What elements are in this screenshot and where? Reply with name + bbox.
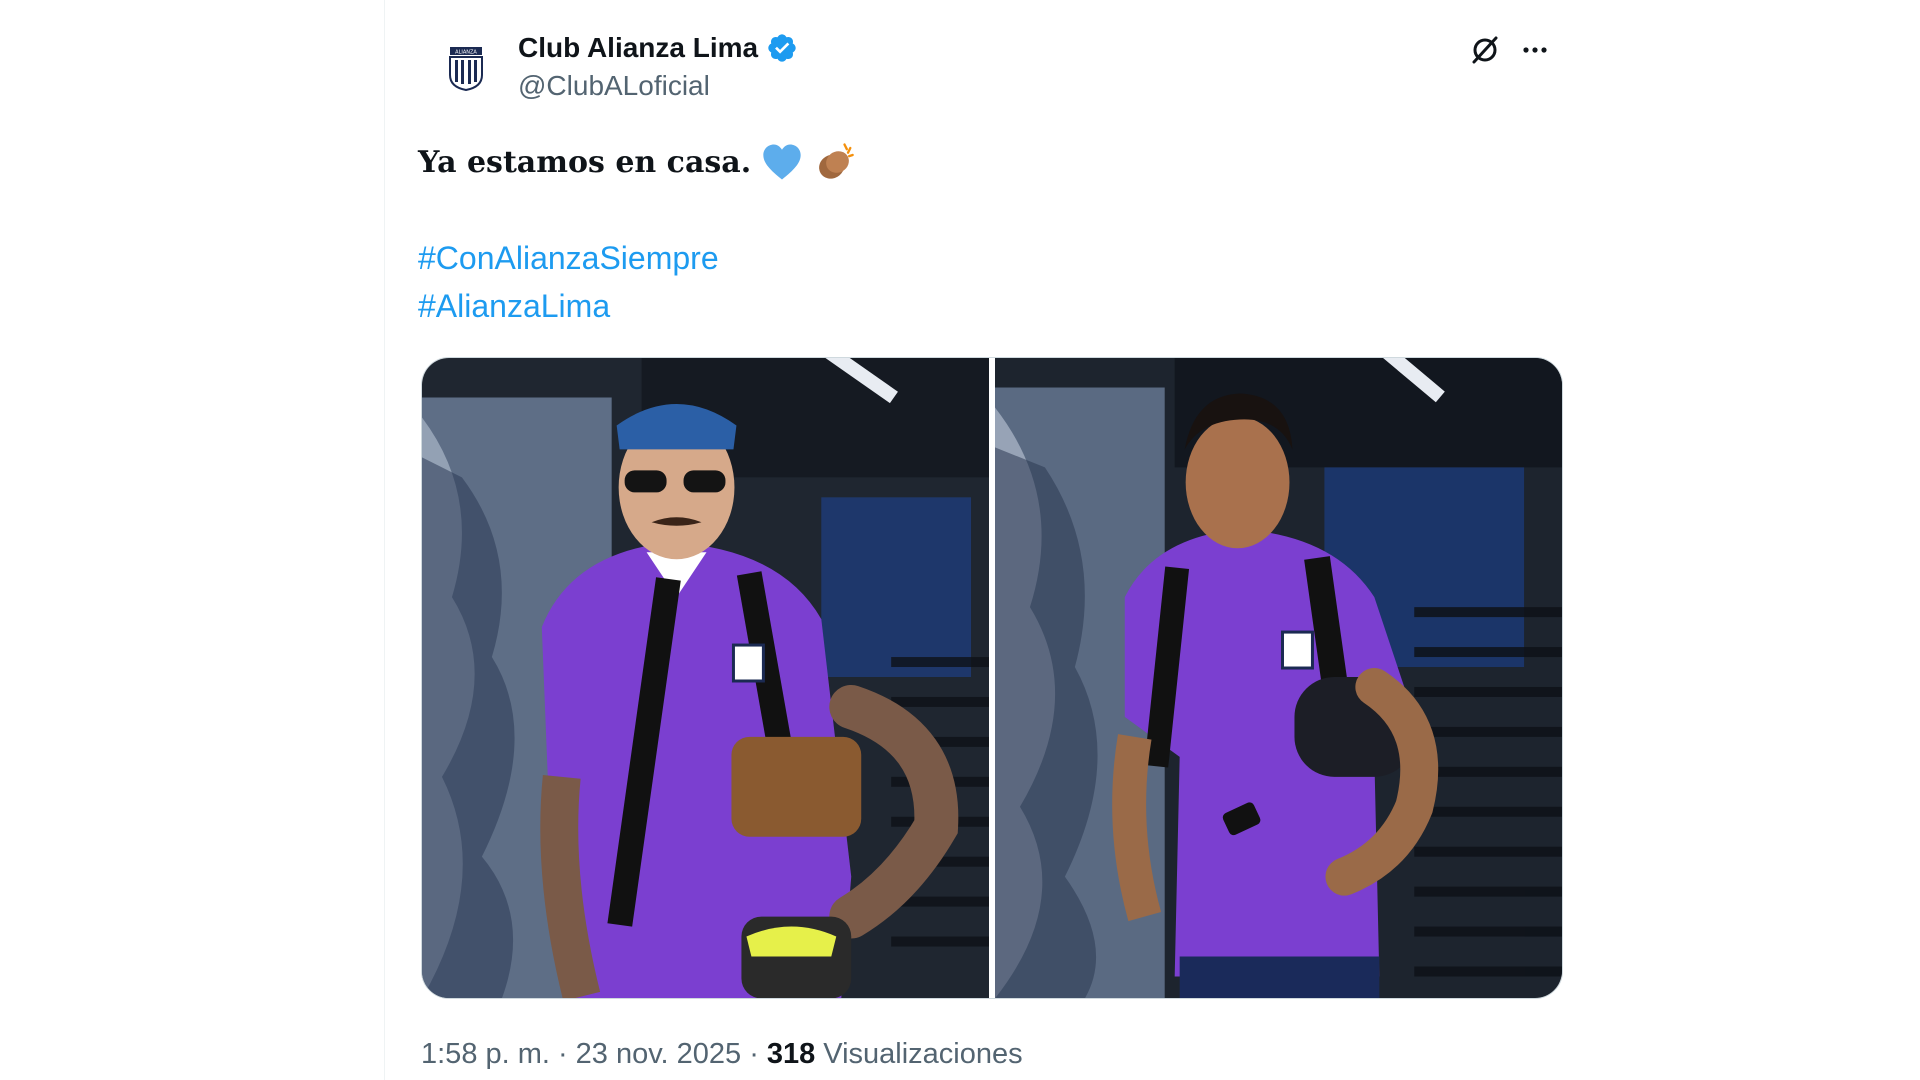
author-name[interactable]: Club Alianza Lima — [518, 32, 758, 64]
tweet-article: ALIANZA Club Alianza Lima @ClubALoficial… — [384, 0, 1569, 1080]
more-options-button[interactable] — [1515, 30, 1555, 70]
meta-separator: · — [749, 1038, 759, 1070]
meta-separator: · — [557, 1038, 568, 1070]
verified-badge-icon — [766, 32, 798, 64]
tweet-text-line: Ya estamos en casa. — [418, 140, 1538, 184]
author-handle[interactable]: @ClubALoficial — [518, 70, 710, 102]
more-dots-icon — [1523, 47, 1547, 53]
views-label: Visualizaciones — [823, 1038, 1023, 1070]
tweet-body: Ya estamos en casa. #ConAlianzaSiempre #… — [418, 140, 1538, 330]
timestamp-date[interactable]: 23 nov. 2025 — [576, 1038, 742, 1071]
avatar[interactable]: ALIANZA — [442, 44, 490, 92]
tweet-text: Ya estamos en casa. — [418, 144, 752, 180]
media-grid — [421, 357, 1563, 999]
grok-icon — [1472, 36, 1498, 64]
blue-heart-icon — [761, 141, 803, 183]
tweet-meta: 1:58 p. m. · 23 nov. 2025 · 318 Visualiz… — [421, 1038, 1023, 1071]
photo-player-sunglasses[interactable] — [422, 358, 989, 998]
clapping-hands-icon — [813, 141, 855, 183]
views-count: 318 — [766, 1038, 816, 1070]
timestamp-time[interactable]: 1:58 p. m. — [421, 1038, 550, 1071]
author-name-row[interactable]: Club Alianza Lima — [518, 30, 798, 66]
hashtag-link[interactable]: #ConAlianzaSiempre — [418, 234, 1538, 282]
grok-button[interactable] — [1465, 30, 1505, 70]
club-crest-icon: ALIANZA — [449, 47, 483, 91]
svg-text:ALIANZA: ALIANZA — [455, 50, 477, 56]
hashtag-link[interactable]: #AlianzaLima — [418, 282, 1538, 330]
photo-player-bag[interactable] — [995, 358, 1562, 998]
